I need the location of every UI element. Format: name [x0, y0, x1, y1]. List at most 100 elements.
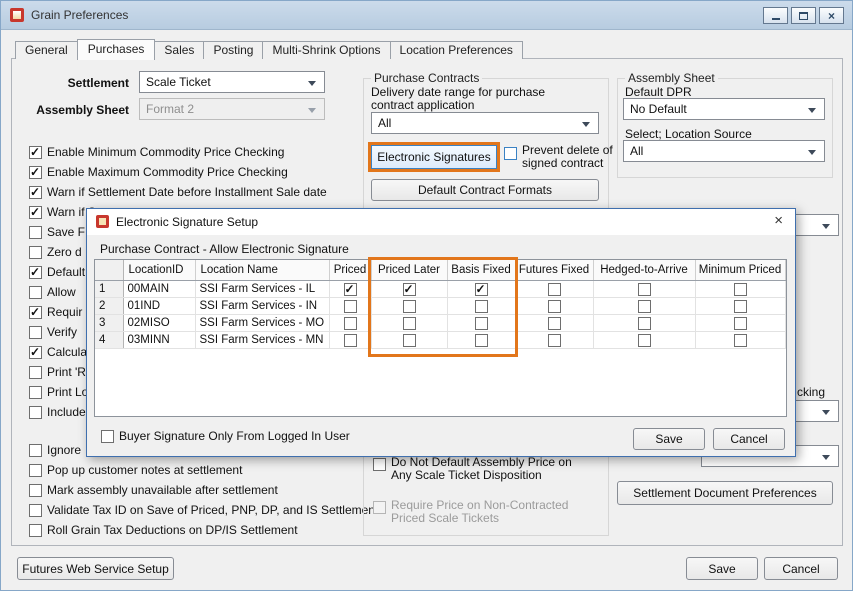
basis-fixed-checkbox[interactable]: [474, 299, 488, 313]
buyer-signature-only-checkbox[interactable]: Buyer Signature Only From Logged In User: [101, 430, 350, 443]
row-number[interactable]: 2: [95, 297, 124, 315]
tab-location-preferences[interactable]: Location Preferences: [389, 41, 523, 59]
basis-fixed-checkbox[interactable]: [474, 316, 488, 330]
basis-fixed-checkbox[interactable]: [474, 333, 488, 347]
checkbox-print-lo-partial[interactable]: Print Lo: [29, 386, 88, 399]
priced-checkbox[interactable]: [343, 282, 357, 296]
cell-location-name[interactable]: SSI Farm Services - MN: [195, 331, 330, 349]
tab-general[interactable]: General: [15, 41, 78, 59]
col-header-location-name[interactable]: Location Name: [195, 260, 330, 281]
checkbox-box[interactable]: [29, 246, 42, 259]
minimize-button[interactable]: [763, 7, 788, 24]
hedged-to-arrive-checkbox[interactable]: [637, 282, 651, 296]
hedged-to-arrive-checkbox[interactable]: [637, 316, 651, 330]
checkbox-box[interactable]: [29, 165, 42, 179]
basis-fixed-checkbox[interactable]: [474, 282, 488, 296]
cell-location-name[interactable]: SSI Farm Services - MO: [195, 314, 330, 332]
checkbox-box[interactable]: [373, 458, 386, 471]
checkbox-box[interactable]: [29, 226, 42, 239]
minimum-priced-checkbox[interactable]: [733, 299, 747, 313]
dialog-titlebar[interactable]: Electronic Signature Setup ×: [87, 209, 795, 235]
hedged-to-arrive-checkbox[interactable]: [637, 333, 651, 347]
futures-fixed-checkbox[interactable]: [547, 316, 561, 330]
checkbox-box[interactable]: [29, 386, 42, 399]
priced-checkbox[interactable]: [343, 333, 357, 347]
checkbox-box[interactable]: [29, 504, 42, 517]
checkbox-box[interactable]: [29, 366, 42, 379]
col-header-priced-later[interactable]: Priced Later: [371, 260, 448, 281]
cell-location-id[interactable]: 03MINN: [123, 331, 196, 349]
checkbox-box[interactable]: [29, 326, 42, 339]
checkbox-roll-grain-tax-deductions[interactable]: Roll Grain Tax Deductions on DP/IS Settl…: [29, 524, 298, 537]
futures-web-service-setup-button[interactable]: Futures Web Service Setup: [17, 557, 174, 580]
futures-fixed-checkbox[interactable]: [547, 282, 561, 296]
col-header-priced[interactable]: Priced: [329, 260, 372, 281]
cell-location-id[interactable]: 00MAIN: [123, 280, 196, 298]
checkbox-print-r-partial[interactable]: Print 'R: [29, 366, 86, 379]
tab-sales[interactable]: Sales: [154, 41, 205, 59]
col-header-location-id[interactable]: LocationID: [123, 260, 196, 281]
footer-save-button[interactable]: Save: [686, 557, 758, 580]
modal-save-button[interactable]: Save: [633, 428, 705, 450]
checkbox-zero-partial[interactable]: Zero d: [29, 246, 82, 259]
checkbox-ignore-partial[interactable]: Ignore: [29, 444, 81, 457]
dialog-close-icon[interactable]: ×: [774, 212, 783, 229]
priced-later-checkbox[interactable]: [402, 299, 416, 313]
checkbox-include-partial[interactable]: Include: [29, 406, 86, 419]
cell-location-name[interactable]: SSI Farm Services - IN: [195, 297, 330, 315]
checkbox-mark-assembly-unavailable[interactable]: Mark assembly unavailable after settleme…: [29, 484, 278, 497]
checkbox-verify-partial[interactable]: Verify: [29, 326, 77, 339]
checkbox-popup-customer-notes[interactable]: Pop up customer notes at settlement: [29, 464, 242, 477]
checkbox-box[interactable]: [101, 430, 114, 443]
maximize-button[interactable]: [791, 7, 816, 24]
priced-checkbox[interactable]: [343, 299, 357, 313]
checkbox-box[interactable]: [29, 444, 42, 457]
checkbox-box[interactable]: [29, 406, 42, 419]
settlement-document-preferences-button[interactable]: Settlement Document Preferences: [617, 481, 833, 505]
cell-location-id[interactable]: 02MISO: [123, 314, 196, 332]
col-header-basis-fixed[interactable]: Basis Fixed: [447, 260, 516, 281]
row-number[interactable]: 3: [95, 314, 124, 332]
row-number[interactable]: 4: [95, 331, 124, 349]
tab-posting[interactable]: Posting: [203, 41, 264, 59]
futures-fixed-checkbox[interactable]: [547, 333, 561, 347]
checkbox-warn-settlement-before-installment[interactable]: Warn if Settlement Date before Installme…: [29, 185, 327, 199]
checkbox-validate-tax-id[interactable]: Validate Tax ID on Save of Priced, PNP, …: [29, 504, 384, 517]
window-titlebar[interactable]: Grain Preferences ×: [1, 1, 852, 30]
assembly-sheet-combo[interactable]: Format 2: [139, 98, 325, 120]
checkbox-box[interactable]: [29, 464, 42, 477]
default-contract-formats-button[interactable]: Default Contract Formats: [371, 179, 599, 201]
checkbox-box[interactable]: [29, 185, 42, 199]
checkbox-require-partial[interactable]: Requir: [29, 305, 82, 319]
checkbox-box[interactable]: [29, 265, 42, 279]
col-header-futures-fixed[interactable]: Futures Fixed: [515, 260, 594, 281]
hedged-to-arrive-checkbox[interactable]: [637, 299, 651, 313]
checkbox-enable-min-price-checking[interactable]: Enable Minimum Commodity Price Checking: [29, 145, 284, 159]
checkbox-box[interactable]: [29, 205, 42, 219]
checkbox-box[interactable]: [29, 345, 42, 359]
minimum-priced-checkbox[interactable]: [733, 333, 747, 347]
tab-multi-shrink-options[interactable]: Multi-Shrink Options: [262, 41, 391, 59]
cell-location-id[interactable]: 01IND: [123, 297, 196, 315]
minimum-priced-checkbox[interactable]: [733, 316, 747, 330]
checkbox-box[interactable]: [29, 524, 42, 537]
cell-location-name[interactable]: SSI Farm Services - IL: [195, 280, 330, 298]
signature-locations-grid[interactable]: LocationID Location Name Priced Priced L…: [94, 259, 787, 417]
futures-fixed-checkbox[interactable]: [547, 299, 561, 313]
priced-checkbox[interactable]: [343, 316, 357, 330]
priced-later-checkbox[interactable]: [402, 316, 416, 330]
col-header-hedged-to-arrive[interactable]: Hedged-to-Arrive: [593, 260, 696, 281]
priced-later-checkbox[interactable]: [402, 282, 416, 296]
minimum-priced-checkbox[interactable]: [733, 282, 747, 296]
checkbox-allow-partial[interactable]: Allow: [29, 286, 76, 299]
checkbox-box[interactable]: [29, 286, 42, 299]
checkbox-enable-max-price-checking[interactable]: Enable Maximum Commodity Price Checking: [29, 165, 288, 179]
settlement-combo[interactable]: Scale Ticket: [139, 71, 325, 93]
checkbox-box[interactable]: [29, 145, 42, 159]
checkbox-save-partial[interactable]: Save F: [29, 226, 85, 239]
prevent-delete-checkbox[interactable]: Prevent delete of signed contract: [504, 144, 613, 170]
location-source-combo[interactable]: All: [623, 140, 825, 162]
checkbox-box[interactable]: [504, 147, 517, 160]
default-dpr-combo[interactable]: No Default: [623, 98, 825, 120]
electronic-signatures-button[interactable]: Electronic Signatures: [371, 145, 497, 169]
